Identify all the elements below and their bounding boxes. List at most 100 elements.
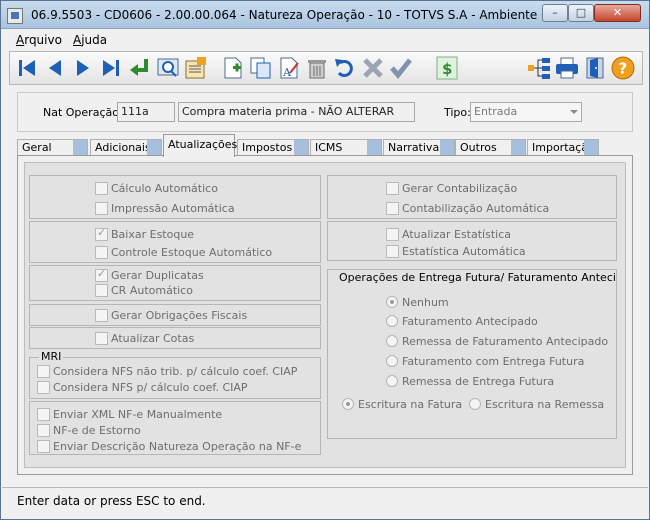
atualizar-cotas-label: Atualizar Cotas	[111, 332, 195, 345]
group-contabilizacao: Gerar Contabilização Contabilização Auto…	[327, 175, 617, 219]
group-duplicatas: Gerar Duplicatas CR Automático	[29, 265, 321, 301]
print-button[interactable]	[554, 55, 580, 81]
status-bar: Enter data or press ESC to end.	[2, 487, 648, 517]
maximize-button[interactable]: □	[568, 4, 594, 22]
help-button[interactable]: ?	[610, 55, 636, 81]
zoom-list-icon	[185, 57, 206, 79]
tab-icms-label: ICMS	[315, 141, 343, 154]
next-record-button[interactable]	[70, 55, 96, 81]
rename-button[interactable]: A	[276, 55, 302, 81]
svg-text:$: $	[442, 60, 452, 78]
checkbox-box	[37, 408, 50, 421]
checkbox-box	[95, 182, 108, 195]
radio-dot	[386, 355, 398, 367]
tab-impostos-label: Impostos	[242, 141, 293, 154]
zoom-list-button[interactable]	[183, 55, 209, 81]
next-record-icon	[77, 60, 89, 76]
delete-button[interactable]	[304, 55, 330, 81]
contabilizacao-automatica-label: Contabilização Automática	[402, 202, 550, 215]
menu-arquivo[interactable]: Arquivo	[16, 33, 62, 47]
minimize-button[interactable]: –	[542, 4, 568, 22]
radio-dot-selected	[342, 398, 354, 410]
tab-adicionais[interactable]: Adicionais	[90, 139, 162, 156]
estatistica-automatica-label: Estatística Automática	[402, 245, 526, 258]
last-record-button[interactable]	[98, 55, 124, 81]
tab-narrativa[interactable]: Narrativa	[383, 139, 455, 156]
nfs-nao-trib-label: Considera NFS não trib. p/ cálculo coef.…	[53, 365, 298, 378]
radio-nenhum-label: Nenhum	[402, 296, 449, 309]
checkbox-box	[386, 228, 399, 241]
checkbox-box	[37, 440, 50, 453]
entrega-futura-title: Operações de Entrega Futura/ Faturamento…	[337, 271, 616, 284]
tab-importacao[interactable]: Importação	[527, 139, 599, 156]
currency-button[interactable]: $	[434, 55, 460, 81]
tab-stripe	[584, 140, 598, 156]
checkmark-icon	[390, 58, 412, 79]
radio-remessa-faturamento-label: Remessa de Faturamento Antecipado	[402, 335, 609, 348]
tab-stripe	[511, 140, 525, 156]
search-button[interactable]	[155, 55, 181, 81]
calculo-automatico-label: Cálculo Automático	[111, 182, 218, 195]
radio-dot-selected	[386, 296, 398, 308]
save-button[interactable]	[388, 55, 414, 81]
close-button[interactable]: ✕	[594, 4, 641, 22]
structure-button[interactable]	[526, 55, 552, 81]
controle-estoque-label: Controle Estoque Automático	[111, 246, 273, 259]
checkbox-box	[95, 284, 108, 297]
tab-atualizacoes-label: Atualizações	[168, 138, 238, 151]
chevron-down-icon	[570, 110, 578, 114]
app-icon	[7, 8, 23, 24]
mri-title: MRI	[39, 350, 64, 363]
gerar-obrigacoes-label: Gerar Obrigações Fiscais	[111, 309, 248, 322]
cr-automatico-label: CR Automático	[111, 284, 193, 297]
tab-stripe	[73, 140, 87, 156]
copy-button[interactable]	[248, 55, 274, 81]
tab-strip: Geral Adicionais Atualizações Impostos I…	[17, 134, 635, 157]
structure-tree-icon	[528, 58, 550, 79]
header-panel: Nat Operação: 111a Compra materia prima …	[17, 92, 633, 132]
first-record-icon	[19, 60, 35, 76]
exit-door-icon	[586, 57, 604, 79]
tab-atualizacoes[interactable]: Atualizações	[163, 134, 238, 157]
menu-arquivo-label: rquivo	[24, 33, 62, 47]
main-window: 06.9.5503 - CD0606 - 2.00.00.064 - Natur…	[0, 0, 650, 520]
previous-record-button[interactable]	[42, 55, 68, 81]
group-obrigacoes: Gerar Obrigações Fiscais	[29, 304, 321, 326]
tab-narrativa-label: Narrativa	[388, 141, 440, 154]
radio-faturamento-antecipado-label: Faturamento Antecipado	[402, 315, 538, 328]
first-record-button[interactable]	[14, 55, 40, 81]
help-icon: ?	[611, 56, 635, 80]
checkbox-box-checked	[95, 226, 108, 241]
tab-geral-label: Geral	[22, 141, 52, 154]
tipo-label: Tipo:	[444, 106, 471, 119]
tab-outros[interactable]: Outros	[455, 139, 526, 156]
radio-dot	[386, 335, 398, 347]
group-entrega-futura: Operações de Entrega Futura/ Faturamento…	[327, 269, 617, 439]
tab-icms[interactable]: ICMS	[310, 139, 382, 156]
impressao-automatica-label: Impressão Automática	[111, 202, 235, 215]
menu-ajuda-mnemonic: A	[73, 33, 82, 47]
undo-button[interactable]	[332, 55, 358, 81]
nat-operacao-label: Nat Operação:	[43, 106, 123, 119]
checkbox-box	[386, 182, 399, 195]
exit-button[interactable]	[582, 55, 608, 81]
nfe-estorno-label: NF-e de Estorno	[53, 424, 141, 437]
checkbox-box	[95, 332, 108, 345]
tipo-select[interactable]: Entrada	[470, 102, 582, 122]
menu-ajuda[interactable]: Ajuda	[73, 33, 107, 47]
tab-adicionais-label: Adicionais	[95, 141, 151, 154]
gerar-contabilizacao-label: Gerar Contabilização	[402, 182, 518, 195]
tab-impostos[interactable]: Impostos	[237, 139, 309, 156]
radio-dot	[469, 398, 481, 410]
tab-content-atualizacoes: Cálculo Automático Impressão Automática …	[17, 155, 633, 475]
group-cotas: Atualizar Cotas	[29, 327, 321, 349]
tab-geral[interactable]: Geral	[17, 139, 88, 156]
atualizar-estatistica-label: Atualizar Estatística	[402, 228, 511, 241]
previous-record-icon	[49, 60, 61, 76]
goto-button[interactable]	[127, 55, 153, 81]
new-button[interactable]	[220, 55, 246, 81]
nat-operacao-code-field[interactable]: 111a	[117, 102, 175, 122]
tab-inner-panel: Cálculo Automático Impressão Automática …	[24, 162, 626, 468]
cancel-button[interactable]	[360, 55, 386, 81]
nfs-calculo-label: Considera NFS p/ cálculo coef. CIAP	[53, 381, 248, 394]
